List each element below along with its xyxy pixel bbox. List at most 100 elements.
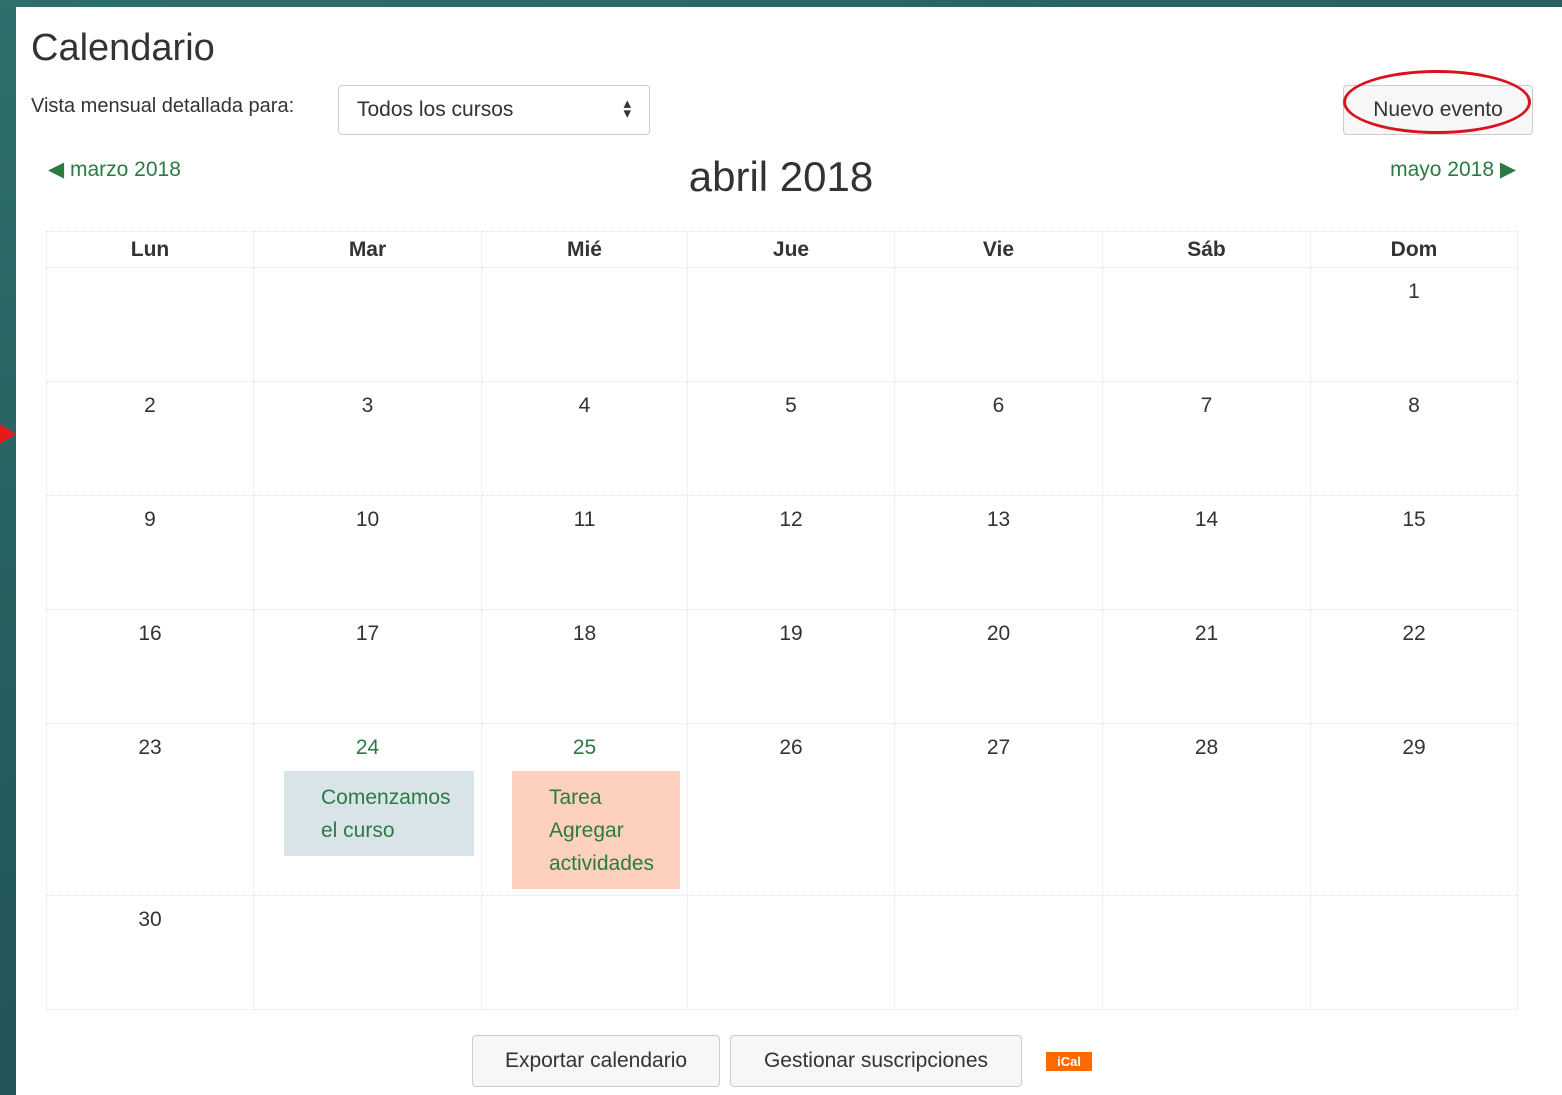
calendar-event-course[interactable]: Comenzamos el curso — [284, 771, 474, 856]
day-number — [254, 896, 481, 908]
day-number: 7 — [1200, 394, 1213, 417]
day-number-link[interactable]: 24 — [254, 724, 481, 760]
day-cell — [1102, 895, 1311, 1010]
day-number: 2 — [144, 394, 156, 417]
day-number: 17 — [355, 622, 380, 645]
day-number: 27 — [986, 736, 1011, 759]
day-number: 30 — [138, 908, 162, 931]
day-cell: 8 — [1310, 381, 1518, 496]
day-number — [1103, 896, 1310, 908]
day-number: 29 — [1402, 736, 1426, 759]
next-month-link[interactable]: mayo 2018 ▶ — [1390, 157, 1516, 182]
week-row: 16 17 18 19 20 21 22 — [46, 609, 1518, 724]
week-row: 1 — [46, 267, 1518, 382]
day-number: 26 — [779, 736, 803, 759]
day-cell: 4 — [481, 381, 688, 496]
course-filter-label: Vista mensual detallada para: — [31, 95, 295, 117]
day-cell — [46, 267, 254, 382]
day-number: 20 — [986, 622, 1011, 645]
day-number: 11 — [573, 508, 596, 531]
day-cell — [894, 895, 1103, 1010]
day-number: 13 — [986, 508, 1011, 531]
day-number — [688, 268, 894, 280]
day-cell — [481, 895, 688, 1010]
day-cell: 10 — [253, 495, 482, 610]
course-select[interactable]: Todos los cursos ▴ ▾ — [338, 85, 650, 135]
day-cell: 5 — [687, 381, 895, 496]
day-number: 21 — [1194, 622, 1219, 645]
day-number: 23 — [138, 736, 162, 759]
day-number: 8 — [1408, 394, 1420, 417]
day-number — [47, 268, 253, 280]
pointer-arrow-icon — [0, 424, 16, 444]
day-number — [688, 896, 894, 908]
day-cell: 2 — [46, 381, 254, 496]
day-cell: 3 — [253, 381, 482, 496]
day-cell — [894, 267, 1103, 382]
course-select-value: Todos los cursos — [357, 98, 514, 121]
ical-badge[interactable]: iCal — [1046, 1052, 1092, 1071]
day-cell: 1 — [1310, 267, 1518, 382]
day-cell: 19 — [687, 609, 895, 724]
day-number: 14 — [1194, 508, 1219, 531]
day-number — [254, 268, 481, 280]
day-number: 9 — [144, 508, 156, 531]
day-cell: 24 Comenzamos el curso — [253, 723, 482, 896]
day-number — [482, 268, 687, 280]
day-cell: 17 — [253, 609, 482, 724]
day-cell: 12 — [687, 495, 895, 610]
day-number — [895, 268, 1102, 280]
weekday-header: Dom — [1310, 231, 1518, 268]
weekday-header: Mié — [481, 231, 688, 268]
day-cell: 14 — [1102, 495, 1311, 610]
week-row: 2 3 4 5 6 7 8 — [46, 381, 1518, 496]
day-cell — [687, 267, 895, 382]
week-row: 9 10 11 12 13 14 15 — [46, 495, 1518, 610]
day-cell: 28 — [1102, 723, 1311, 896]
day-cell: 6 — [894, 381, 1103, 496]
day-number — [895, 896, 1102, 908]
day-number: 28 — [1194, 736, 1219, 759]
page-title: Calendario — [31, 27, 215, 69]
day-cell: 11 — [481, 495, 688, 610]
day-cell — [687, 895, 895, 1010]
weekday-header: Vie — [894, 231, 1103, 268]
weekday-header: Lun — [46, 231, 254, 268]
day-number — [1103, 268, 1310, 280]
day-number: 19 — [779, 622, 803, 645]
calendar-event-assignment[interactable]: Tarea Agregar actividades — [512, 771, 680, 889]
day-number: 4 — [578, 394, 591, 417]
day-cell — [253, 267, 482, 382]
day-number: 10 — [355, 508, 380, 531]
day-number: 5 — [785, 394, 797, 417]
day-number-link[interactable]: 25 — [482, 724, 687, 760]
day-cell: 25 Tarea Agregar actividades — [481, 723, 688, 896]
weekday-header-row: Lun Mar Mié Jue Vie Sáb Dom — [46, 231, 1518, 268]
day-cell: 20 — [894, 609, 1103, 724]
export-calendar-button[interactable]: Exportar calendario — [472, 1035, 720, 1087]
day-cell: 9 — [46, 495, 254, 610]
calendar-table: Lun Mar Mié Jue Vie Sáb Dom 1 2 3 4 5 6 … — [46, 231, 1518, 1010]
day-cell — [253, 895, 482, 1010]
day-number: 12 — [779, 508, 803, 531]
day-cell: 15 — [1310, 495, 1518, 610]
day-cell: 23 — [46, 723, 254, 896]
manage-subscriptions-button[interactable]: Gestionar suscripciones — [730, 1035, 1022, 1087]
day-cell: 26 — [687, 723, 895, 896]
day-cell: 16 — [46, 609, 254, 724]
day-cell: 27 — [894, 723, 1103, 896]
day-cell: 7 — [1102, 381, 1311, 496]
day-number: 15 — [1402, 508, 1426, 531]
new-event-button[interactable]: Nuevo evento — [1343, 85, 1533, 135]
day-number: 22 — [1402, 622, 1426, 645]
day-cell — [1310, 895, 1518, 1010]
weekday-header: Sáb — [1102, 231, 1311, 268]
day-number: 6 — [992, 394, 1005, 417]
day-number — [482, 896, 687, 908]
day-number: 18 — [572, 622, 597, 645]
month-title: abril 2018 — [688, 153, 874, 200]
day-cell: 29 — [1310, 723, 1518, 896]
weekday-header: Mar — [253, 231, 482, 268]
day-number: 16 — [138, 622, 162, 645]
day-cell: 22 — [1310, 609, 1518, 724]
